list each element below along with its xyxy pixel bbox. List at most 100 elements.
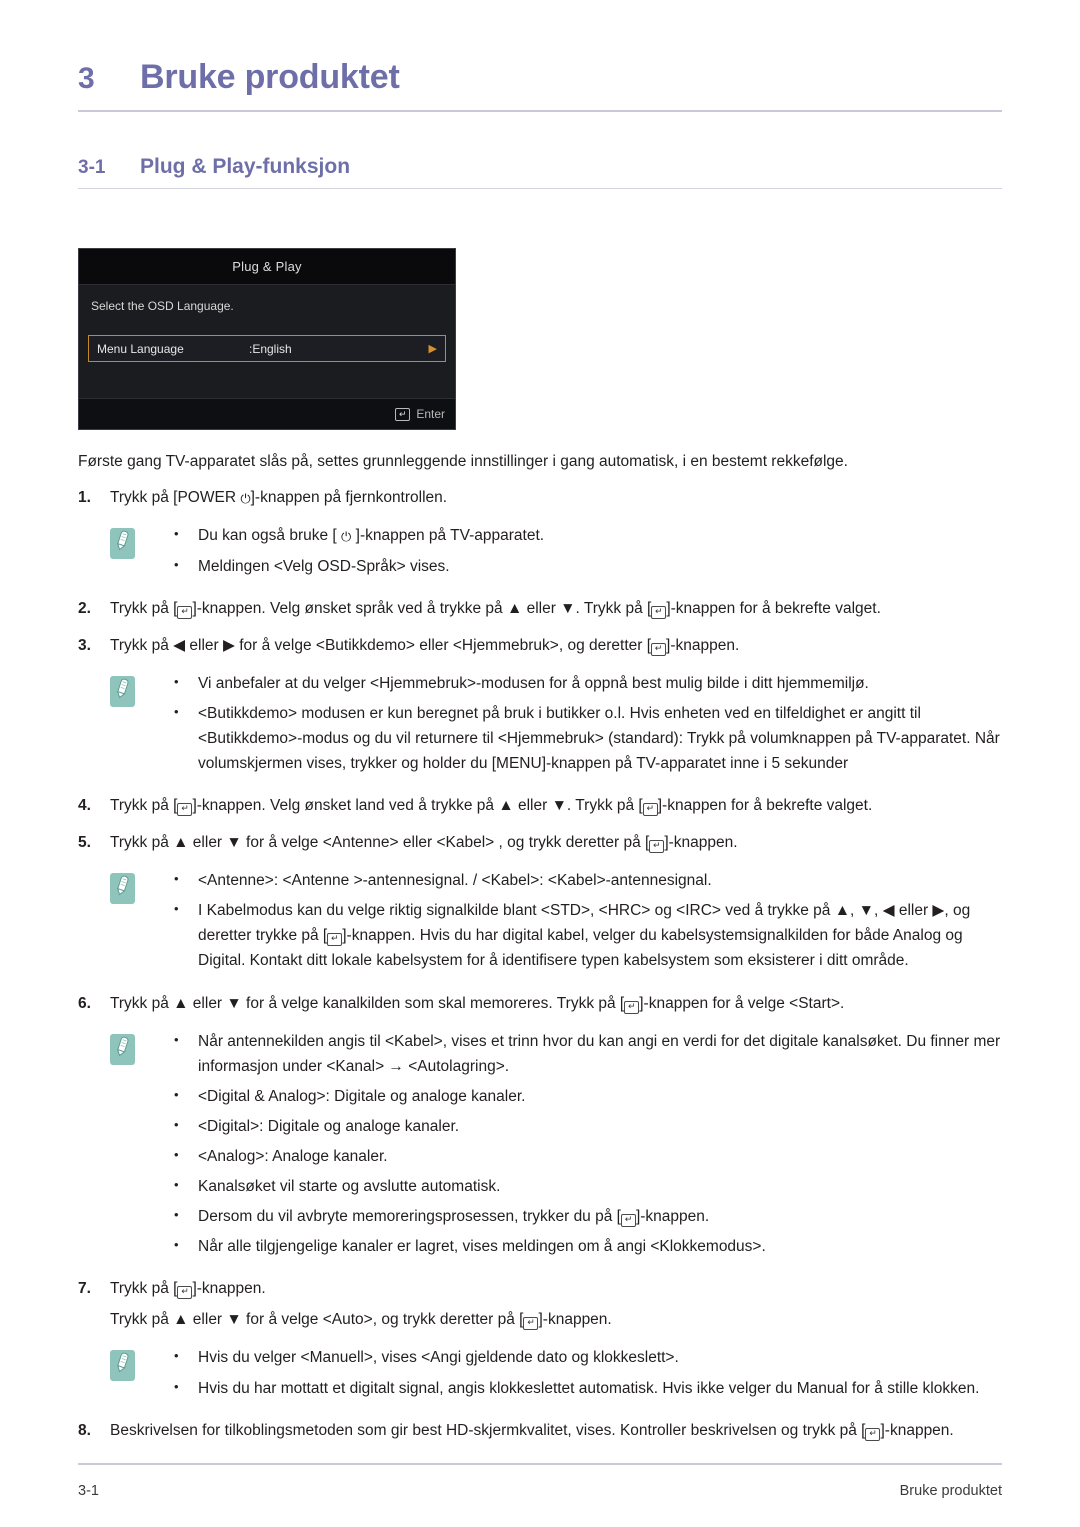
note-pencil-icon xyxy=(110,675,135,707)
step-6-number: 6. xyxy=(78,994,91,1012)
step-7-subtext-b: ]-knappen. xyxy=(538,1311,612,1329)
note-icon-cell xyxy=(110,868,174,978)
step-8: 8. Beskrivelsen for tilkoblingsmetoden s… xyxy=(78,1419,1002,1443)
chapter-heading: 3 Bruke produktet xyxy=(78,0,1002,97)
osd-menu-language-row[interactable]: Menu Language :English ▶ xyxy=(88,335,446,362)
step-3-number: 3. xyxy=(78,636,91,654)
note-5-item-1: • Hvis du velger <Manuell>, vises <Angi … xyxy=(174,1345,1002,1370)
step-4: 4. Trykk på [↵]-knappen. Velg ønsket lan… xyxy=(78,794,1002,818)
note-4-item-3: • <Digital>: Digitale og analoge kanaler… xyxy=(174,1114,1002,1139)
bullet-icon: • xyxy=(174,526,179,542)
note-1-item-1-b: ]-knappen på TV-apparatet. xyxy=(351,527,545,545)
osd-screen: Plug & Play Select the OSD Language. Men… xyxy=(78,248,456,430)
step-1-text-a: Trykk på [POWER xyxy=(110,489,241,507)
note-4-item-6: • Dersom du vil avbryte memoreringsprose… xyxy=(174,1204,1002,1229)
step-1-text: Trykk på [POWER ⏻]-knappen på fjernkontr… xyxy=(110,486,1002,510)
note-3-item-2: • I Kabelmodus kan du velge riktig signa… xyxy=(174,898,1002,973)
note-4-item-2-text: <Digital & Analog>: Digitale og analoge … xyxy=(198,1087,526,1105)
note-1-items: • Du kan også bruke [ ⏻ ]-knappen på TV-… xyxy=(174,523,1002,583)
step-8-text: Beskrivelsen for tilkoblingsmetoden som … xyxy=(110,1419,1002,1443)
step-5-text-b: ]-knappen. xyxy=(664,834,738,852)
enter-key-icon: ↵ xyxy=(649,840,665,854)
enter-key-icon: ↵ xyxy=(177,605,193,619)
bullet-icon: • xyxy=(174,703,179,719)
osd-titlebar: Plug & Play xyxy=(79,249,455,285)
osd-footer: ↵ Enter xyxy=(79,398,455,429)
enter-key-icon: ↵ xyxy=(620,1214,636,1228)
step-6-text: Trykk på ▲ eller ▼ for å velge kanalkild… xyxy=(110,992,1002,1016)
step-6: 6. Trykk på ▲ eller ▼ for å velge kanalk… xyxy=(78,992,1002,1016)
note-4-item-4: • <Analog>: Analoge kanaler. xyxy=(174,1144,1002,1169)
note-4-item-2: • <Digital & Analog>: Digitale og analog… xyxy=(174,1084,1002,1109)
osd-body: Select the OSD Language. Menu Language :… xyxy=(79,285,455,398)
note-block-3: • <Antenne>: <Antenne >-antennesignal. /… xyxy=(110,868,1002,978)
step-3-text: Trykk på ◀ eller ▶ for å velge <Butikkde… xyxy=(110,634,1002,658)
step-4-text: Trykk på [↵]-knappen. Velg ønsket land v… xyxy=(110,794,1002,818)
section-heading: 3-1 Plug & Play-funksjon xyxy=(78,112,1002,179)
step-5-text-a: Trykk på ▲ eller ▼ for å velge <Antenne>… xyxy=(110,834,650,852)
note-3-item-1: • <Antenne>: <Antenne >-antennesignal. /… xyxy=(174,868,1002,893)
note-2-item-1: • Vi anbefaler at du velger <Hjemmebruk>… xyxy=(174,671,1002,696)
step-7-number: 7. xyxy=(78,1280,91,1298)
step-8-text-b: ]-knappen. xyxy=(880,1421,954,1439)
note-4-items: • Når antennekilden angis til <Kabel>, v… xyxy=(174,1029,1002,1265)
step-5-number: 5. xyxy=(78,834,91,852)
bullet-icon: • xyxy=(174,673,179,689)
osd-row-label: Menu Language xyxy=(97,341,184,356)
note-1-item-1-text: Du kan også bruke [ ⏻ ]-knappen på TV-ap… xyxy=(198,523,1002,548)
note-1-item-1: • Du kan også bruke [ ⏻ ]-knappen på TV-… xyxy=(174,523,1002,548)
section-title: Plug & Play-funksjon xyxy=(140,155,351,178)
note-4-item-5-text: Kanalsøket vil starte og avslutte automa… xyxy=(198,1178,501,1196)
note-5-item-1-text: Hvis du velger <Manuell>, vises <Angi gj… xyxy=(198,1349,679,1367)
note-4-item-6-a: Dersom du vil avbryte memoreringsprosess… xyxy=(198,1208,621,1226)
note-3-item-1-text: <Antenne>: <Antenne >-antennesignal. / <… xyxy=(198,872,712,890)
note-block-1: • Du kan også bruke [ ⏻ ]-knappen på TV-… xyxy=(110,523,1002,583)
step-8-number: 8. xyxy=(78,1421,91,1439)
note-block-2: • Vi anbefaler at du velger <Hjemmebruk>… xyxy=(110,671,1002,781)
bullet-icon: • xyxy=(174,1147,179,1162)
chevron-right-icon[interactable]: ▶ xyxy=(429,342,437,355)
step-4-text-a: Trykk på [ xyxy=(110,797,178,815)
step-8-text-a: Beskrivelsen for tilkoblingsmetoden som … xyxy=(110,1421,866,1439)
note-5-item-2: • Hvis du har mottatt et digitalt signal… xyxy=(174,1376,1002,1401)
note-4-item-5: • Kanalsøket vil starte og avslutte auto… xyxy=(174,1174,1002,1199)
note-4-item-7-text: Når alle tilgjengelige kanaler er lagret… xyxy=(198,1238,766,1256)
bullet-icon: • xyxy=(174,1177,179,1193)
note-icon-cell xyxy=(110,1345,174,1405)
chapter-number: 3 xyxy=(78,62,95,95)
bullet-icon: • xyxy=(174,1237,179,1253)
osd-title: Plug & Play xyxy=(232,259,302,274)
document-page: 3 Bruke produktet 3-1 Plug & Play-funksj… xyxy=(0,0,1080,1527)
osd-figure: Plug & Play Select the OSD Language. Men… xyxy=(78,248,1002,430)
step-1-text-b: ]-knappen på fjernkontrollen. xyxy=(250,489,448,507)
step-5: 5. Trykk på ▲ eller ▼ for å velge <Anten… xyxy=(78,831,1002,855)
step-5-text: Trykk på ▲ eller ▼ for å velge <Antenne>… xyxy=(110,831,1002,855)
note-pencil-icon xyxy=(110,873,135,905)
enter-key-icon: ↵ xyxy=(651,605,667,619)
note-2-items: • Vi anbefaler at du velger <Hjemmebruk>… xyxy=(174,671,1002,781)
footer-divider xyxy=(78,1463,1002,1465)
step-7-text-a: Trykk på [ xyxy=(110,1280,178,1298)
step-6-text-b: ]-knappen for å velge <Start>. xyxy=(639,994,845,1012)
step-2-text-a: Trykk på [ xyxy=(110,599,178,617)
note-block-5: • Hvis du velger <Manuell>, vises <Angi … xyxy=(110,1345,1002,1405)
note-5-items: • Hvis du velger <Manuell>, vises <Angi … xyxy=(174,1345,1002,1405)
enter-key-icon: ↵ xyxy=(177,1286,193,1300)
enter-key-icon: ↵ xyxy=(865,1427,881,1441)
step-4-number: 4. xyxy=(78,797,91,815)
note-3-items: • <Antenne>: <Antenne >-antennesignal. /… xyxy=(174,868,1002,978)
bullet-icon: • xyxy=(174,556,179,572)
step-2-text-b: ]-knappen. Velg ønsket språk ved å trykk… xyxy=(192,599,652,617)
bullet-icon: • xyxy=(174,871,179,887)
note-1-item-1-a: Du kan også bruke [ xyxy=(198,527,342,545)
enter-key-icon: ↵ xyxy=(177,803,193,817)
step-7-text: Trykk på [↵]-knappen. xyxy=(110,1277,1002,1301)
step-2-text: Trykk på [↵]-knappen. Velg ønsket språk … xyxy=(110,597,1002,621)
bullet-icon: • xyxy=(174,1086,179,1102)
enter-key-icon: ↵ xyxy=(523,1317,539,1331)
note-4-item-3-text: <Digital>: Digitale og analoge kanaler. xyxy=(198,1117,460,1135)
step-3-text-a: Trykk på ◀ eller ▶ for å velge <Butikkde… xyxy=(110,636,652,654)
osd-instruction: Select the OSD Language. xyxy=(91,299,234,313)
step-6-text-a: Trykk på ▲ eller ▼ for å velge kanalkild… xyxy=(110,994,625,1012)
note-icon-cell xyxy=(110,671,174,781)
